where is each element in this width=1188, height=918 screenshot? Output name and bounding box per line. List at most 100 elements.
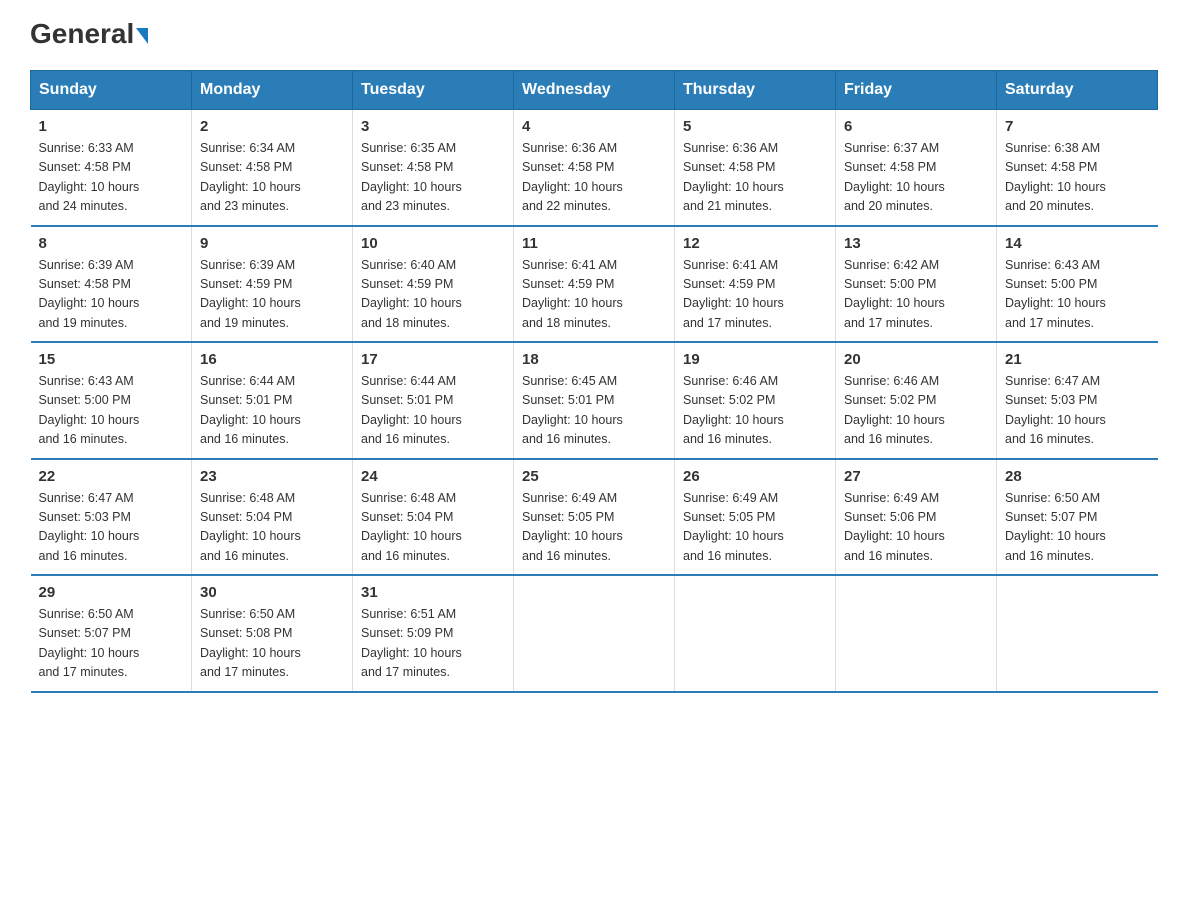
day-cell: 29 Sunrise: 6:50 AMSunset: 5:07 PMDayligh… <box>31 575 192 692</box>
day-number: 27 <box>844 468 988 485</box>
day-cell: 7 Sunrise: 6:38 AMSunset: 4:58 PMDaylight… <box>997 110 1158 226</box>
day-info: Sunrise: 6:34 AMSunset: 4:58 PMDaylight:… <box>200 139 344 217</box>
day-number: 9 <box>200 235 344 252</box>
day-info: Sunrise: 6:50 AMSunset: 5:07 PMDaylight:… <box>39 605 184 683</box>
day-number: 3 <box>361 118 505 135</box>
calendar-table: SundayMondayTuesdayWednesdayThursdayFrid… <box>30 70 1158 693</box>
header-sunday: Sunday <box>31 71 192 110</box>
day-info: Sunrise: 6:39 AMSunset: 4:58 PMDaylight:… <box>39 256 184 334</box>
day-cell: 27Sunrise: 6:49 AMSunset: 5:06 PMDayligh… <box>836 459 997 576</box>
day-info: Sunrise: 6:40 AMSunset: 4:59 PMDaylight:… <box>361 256 505 334</box>
day-info: Sunrise: 6:43 AMSunset: 5:00 PMDaylight:… <box>1005 256 1150 334</box>
day-number: 1 <box>39 118 184 135</box>
day-number: 4 <box>522 118 666 135</box>
day-cell: 10 Sunrise: 6:40 AMSunset: 4:59 PMDayligh… <box>353 226 514 343</box>
day-cell: 28Sunrise: 6:50 AMSunset: 5:07 PMDayligh… <box>997 459 1158 576</box>
day-info: Sunrise: 6:45 AMSunset: 5:01 PMDaylight:… <box>522 372 666 450</box>
day-cell: 16 Sunrise: 6:44 AMSunset: 5:01 PMDayligh… <box>192 342 353 459</box>
day-info: Sunrise: 6:42 AMSunset: 5:00 PMDaylight:… <box>844 256 988 334</box>
day-info: Sunrise: 6:50 AMSunset: 5:08 PMDaylight:… <box>200 605 344 683</box>
day-number: 31 <box>361 584 505 601</box>
day-cell <box>514 575 675 692</box>
day-cell: 12 Sunrise: 6:41 AMSunset: 4:59 PMDayligh… <box>675 226 836 343</box>
day-cell: 13 Sunrise: 6:42 AMSunset: 5:00 PMDayligh… <box>836 226 997 343</box>
week-row-5: 29 Sunrise: 6:50 AMSunset: 5:07 PMDayligh… <box>31 575 1158 692</box>
day-info: Sunrise: 6:47 AMSunset: 5:03 PMDaylight:… <box>39 489 184 567</box>
logo-text: General <box>30 20 148 48</box>
day-cell <box>997 575 1158 692</box>
day-cell: 14 Sunrise: 6:43 AMSunset: 5:00 PMDayligh… <box>997 226 1158 343</box>
day-cell: 3 Sunrise: 6:35 AMSunset: 4:58 PMDaylight… <box>353 110 514 226</box>
day-info: Sunrise: 6:47 AMSunset: 5:03 PMDaylight:… <box>1005 372 1150 450</box>
day-info: Sunrise: 6:36 AMSunset: 4:58 PMDaylight:… <box>522 139 666 217</box>
day-number: 15 <box>39 351 184 368</box>
day-number: 2 <box>200 118 344 135</box>
header-thursday: Thursday <box>675 71 836 110</box>
day-cell: 26 Sunrise: 6:49 AMSunset: 5:05 PMDayligh… <box>675 459 836 576</box>
day-cell: 6Sunrise: 6:37 AMSunset: 4:58 PMDaylight… <box>836 110 997 226</box>
day-number: 18 <box>522 351 666 368</box>
day-cell: 2 Sunrise: 6:34 AMSunset: 4:58 PMDaylight… <box>192 110 353 226</box>
day-number: 25 <box>522 468 666 485</box>
day-cell: 30Sunrise: 6:50 AMSunset: 5:08 PMDayligh… <box>192 575 353 692</box>
day-info: Sunrise: 6:33 AMSunset: 4:58 PMDaylight:… <box>39 139 184 217</box>
day-number: 17 <box>361 351 505 368</box>
day-number: 14 <box>1005 235 1150 252</box>
day-cell <box>836 575 997 692</box>
header-tuesday: Tuesday <box>353 71 514 110</box>
day-info: Sunrise: 6:46 AMSunset: 5:02 PMDaylight:… <box>844 372 988 450</box>
day-number: 24 <box>361 468 505 485</box>
day-number: 20 <box>844 351 988 368</box>
day-cell: 25 Sunrise: 6:49 AMSunset: 5:05 PMDayligh… <box>514 459 675 576</box>
day-cell: 31 Sunrise: 6:51 AMSunset: 5:09 PMDayligh… <box>353 575 514 692</box>
day-cell: 20 Sunrise: 6:46 AMSunset: 5:02 PMDayligh… <box>836 342 997 459</box>
day-info: Sunrise: 6:51 AMSunset: 5:09 PMDaylight:… <box>361 605 505 683</box>
calendar-header-row: SundayMondayTuesdayWednesdayThursdayFrid… <box>31 71 1158 110</box>
day-cell: 15 Sunrise: 6:43 AMSunset: 5:00 PMDayligh… <box>31 342 192 459</box>
day-number: 21 <box>1005 351 1150 368</box>
page-header: General <box>30 20 1158 50</box>
day-number: 16 <box>200 351 344 368</box>
day-cell: 4 Sunrise: 6:36 AMSunset: 4:58 PMDaylight… <box>514 110 675 226</box>
day-info: Sunrise: 6:36 AMSunset: 4:58 PMDaylight:… <box>683 139 827 217</box>
day-number: 10 <box>361 235 505 252</box>
day-cell: 24 Sunrise: 6:48 AMSunset: 5:04 PMDayligh… <box>353 459 514 576</box>
day-cell: 17Sunrise: 6:44 AMSunset: 5:01 PMDayligh… <box>353 342 514 459</box>
day-cell: 18 Sunrise: 6:45 AMSunset: 5:01 PMDayligh… <box>514 342 675 459</box>
day-info: Sunrise: 6:49 AMSunset: 5:05 PMDaylight:… <box>522 489 666 567</box>
day-number: 8 <box>39 235 184 252</box>
day-info: Sunrise: 6:48 AMSunset: 5:04 PMDaylight:… <box>361 489 505 567</box>
day-cell: 19Sunrise: 6:46 AMSunset: 5:02 PMDayligh… <box>675 342 836 459</box>
day-cell: 11Sunrise: 6:41 AMSunset: 4:59 PMDayligh… <box>514 226 675 343</box>
day-number: 12 <box>683 235 827 252</box>
day-cell: 22 Sunrise: 6:47 AMSunset: 5:03 PMDayligh… <box>31 459 192 576</box>
day-number: 22 <box>39 468 184 485</box>
day-cell: 1 Sunrise: 6:33 AMSunset: 4:58 PMDaylight… <box>31 110 192 226</box>
day-number: 29 <box>39 584 184 601</box>
day-number: 26 <box>683 468 827 485</box>
day-info: Sunrise: 6:41 AMSunset: 4:59 PMDaylight:… <box>522 256 666 334</box>
day-cell: 21 Sunrise: 6:47 AMSunset: 5:03 PMDayligh… <box>997 342 1158 459</box>
day-info: Sunrise: 6:50 AMSunset: 5:07 PMDaylight:… <box>1005 489 1150 567</box>
day-info: Sunrise: 6:44 AMSunset: 5:01 PMDaylight:… <box>200 372 344 450</box>
week-row-2: 8 Sunrise: 6:39 AMSunset: 4:58 PMDaylight… <box>31 226 1158 343</box>
day-info: Sunrise: 6:41 AMSunset: 4:59 PMDaylight:… <box>683 256 827 334</box>
day-number: 6 <box>844 118 988 135</box>
day-cell: 23Sunrise: 6:48 AMSunset: 5:04 PMDayligh… <box>192 459 353 576</box>
header-monday: Monday <box>192 71 353 110</box>
day-number: 19 <box>683 351 827 368</box>
day-number: 7 <box>1005 118 1150 135</box>
day-number: 13 <box>844 235 988 252</box>
day-info: Sunrise: 6:35 AMSunset: 4:58 PMDaylight:… <box>361 139 505 217</box>
day-info: Sunrise: 6:43 AMSunset: 5:00 PMDaylight:… <box>39 372 184 450</box>
header-wednesday: Wednesday <box>514 71 675 110</box>
header-friday: Friday <box>836 71 997 110</box>
day-cell: 5Sunrise: 6:36 AMSunset: 4:58 PMDaylight… <box>675 110 836 226</box>
logo: General <box>30 20 148 50</box>
day-info: Sunrise: 6:48 AMSunset: 5:04 PMDaylight:… <box>200 489 344 567</box>
day-info: Sunrise: 6:49 AMSunset: 5:05 PMDaylight:… <box>683 489 827 567</box>
week-row-3: 15 Sunrise: 6:43 AMSunset: 5:00 PMDayligh… <box>31 342 1158 459</box>
day-info: Sunrise: 6:39 AMSunset: 4:59 PMDaylight:… <box>200 256 344 334</box>
day-info: Sunrise: 6:38 AMSunset: 4:58 PMDaylight:… <box>1005 139 1150 217</box>
day-cell: 9 Sunrise: 6:39 AMSunset: 4:59 PMDaylight… <box>192 226 353 343</box>
